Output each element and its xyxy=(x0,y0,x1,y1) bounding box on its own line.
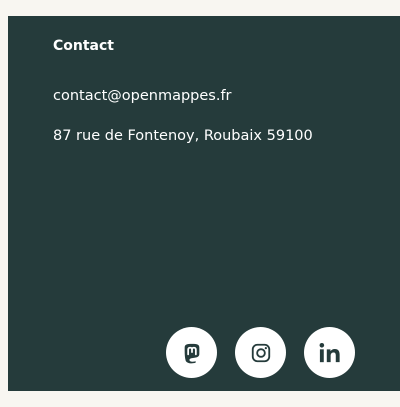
contact-address: 87 rue de Fontenoy, Roubaix 59100 xyxy=(53,128,313,144)
mastodon-icon xyxy=(184,343,199,363)
linkedin-icon xyxy=(319,342,340,362)
contact-heading: Contact xyxy=(53,38,114,54)
mastodon-link[interactable] xyxy=(166,327,217,378)
contact-email-link[interactable]: contact@openmappes.fr xyxy=(53,86,400,106)
instagram-link[interactable] xyxy=(235,327,286,378)
social-links xyxy=(166,327,355,378)
instagram-icon xyxy=(251,343,270,362)
linkedin-link[interactable] xyxy=(304,327,355,378)
